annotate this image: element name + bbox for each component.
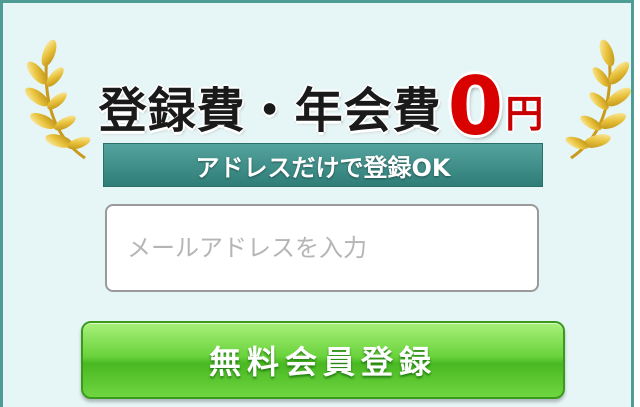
laurel-right-icon [565, 39, 631, 160]
headline-zero-price: 0 [447, 60, 504, 153]
subtitle-banner: アドレスだけで登録OK [103, 143, 543, 187]
email-input[interactable] [105, 204, 539, 292]
free-register-button[interactable]: 無料会員登録 [81, 321, 565, 399]
headline-fee-text: 登録費・年会費 [98, 83, 442, 139]
headline-yen-unit: 円 [505, 92, 544, 136]
signup-panel: 登録費・年会費 0 円 アドレスだけで登録OK 無料会員登録 [0, 0, 634, 407]
fee-headline: 登録費・年会費 0 円 [81, 53, 561, 153]
